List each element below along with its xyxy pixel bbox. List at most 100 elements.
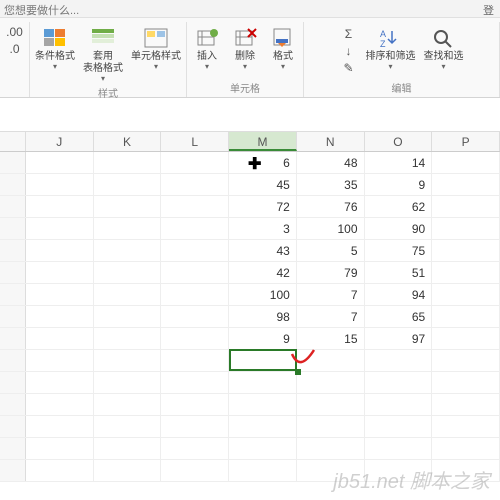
- cell[interactable]: [229, 372, 297, 393]
- fill-button[interactable]: ↓: [339, 43, 359, 59]
- cell[interactable]: 7: [297, 306, 365, 327]
- cell[interactable]: [26, 438, 94, 459]
- row-header[interactable]: [0, 306, 26, 327]
- cell[interactable]: 7: [297, 284, 365, 305]
- row-header[interactable]: [0, 438, 26, 459]
- cell[interactable]: [94, 438, 162, 459]
- cell[interactable]: [229, 416, 297, 437]
- column-header[interactable]: J: [26, 132, 94, 151]
- cell[interactable]: [297, 416, 365, 437]
- cell[interactable]: [161, 174, 229, 195]
- cell[interactable]: [161, 218, 229, 239]
- cell[interactable]: [365, 372, 433, 393]
- cell[interactable]: 100: [297, 218, 365, 239]
- cell[interactable]: [26, 284, 94, 305]
- column-header[interactable]: N: [297, 132, 365, 151]
- cell[interactable]: [432, 218, 500, 239]
- row-header[interactable]: [0, 284, 26, 305]
- cell[interactable]: 75: [365, 240, 433, 261]
- column-header[interactable]: P: [432, 132, 500, 151]
- cell[interactable]: [161, 394, 229, 415]
- format-button[interactable]: 格式 ▾: [265, 24, 301, 73]
- cell[interactable]: 72: [229, 196, 297, 217]
- cell[interactable]: [94, 262, 162, 283]
- cell[interactable]: [94, 174, 162, 195]
- cell[interactable]: 9: [365, 174, 433, 195]
- cell[interactable]: [229, 438, 297, 459]
- cell[interactable]: [94, 196, 162, 217]
- row-header[interactable]: [0, 416, 26, 437]
- cell[interactable]: [161, 306, 229, 327]
- cell[interactable]: [94, 328, 162, 349]
- cell[interactable]: 3: [229, 218, 297, 239]
- cell[interactable]: [94, 284, 162, 305]
- delete-button[interactable]: 删除 ▾: [227, 24, 263, 73]
- cell[interactable]: 45: [229, 174, 297, 195]
- cell[interactable]: [432, 306, 500, 327]
- cell[interactable]: [161, 152, 229, 173]
- cell[interactable]: [94, 218, 162, 239]
- worksheet[interactable]: JKLMNOP 64814453597276623100904357542795…: [0, 132, 500, 482]
- row-header[interactable]: [0, 196, 26, 217]
- column-header[interactable]: O: [365, 132, 433, 151]
- cell[interactable]: 94: [365, 284, 433, 305]
- cell[interactable]: [297, 350, 365, 371]
- cell[interactable]: [26, 328, 94, 349]
- cell[interactable]: [432, 416, 500, 437]
- cell[interactable]: [161, 372, 229, 393]
- cell[interactable]: [432, 350, 500, 371]
- row-header[interactable]: [0, 460, 26, 481]
- row-header[interactable]: [0, 152, 26, 173]
- row-header[interactable]: [0, 174, 26, 195]
- cell[interactable]: [297, 372, 365, 393]
- cell[interactable]: 76: [297, 196, 365, 217]
- cell[interactable]: [161, 284, 229, 305]
- cell[interactable]: 65: [365, 306, 433, 327]
- cell[interactable]: 15: [297, 328, 365, 349]
- cell[interactable]: [161, 262, 229, 283]
- row-header[interactable]: [0, 218, 26, 239]
- column-header[interactable]: L: [161, 132, 229, 151]
- cell[interactable]: [432, 196, 500, 217]
- cell[interactable]: [161, 460, 229, 481]
- column-header[interactable]: K: [94, 132, 162, 151]
- cell[interactable]: 51: [365, 262, 433, 283]
- cell[interactable]: 79: [297, 262, 365, 283]
- cell[interactable]: 97: [365, 328, 433, 349]
- cell[interactable]: [365, 438, 433, 459]
- login-label[interactable]: 登: [483, 2, 494, 18]
- cell[interactable]: [161, 196, 229, 217]
- cell[interactable]: 14: [365, 152, 433, 173]
- cell[interactable]: [365, 416, 433, 437]
- fill-handle[interactable]: [295, 369, 301, 375]
- cell[interactable]: [432, 284, 500, 305]
- cell[interactable]: [432, 372, 500, 393]
- cell[interactable]: [229, 394, 297, 415]
- cell[interactable]: [432, 240, 500, 261]
- row-header[interactable]: [0, 350, 26, 371]
- cell[interactable]: [26, 174, 94, 195]
- cell[interactable]: [161, 416, 229, 437]
- cell[interactable]: [26, 460, 94, 481]
- select-all-corner[interactable]: [0, 132, 26, 151]
- cell[interactable]: [94, 416, 162, 437]
- cell[interactable]: [94, 394, 162, 415]
- column-header[interactable]: M: [229, 132, 297, 151]
- row-header[interactable]: [0, 394, 26, 415]
- autosum-button[interactable]: Σ: [339, 26, 359, 42]
- cell[interactable]: [26, 218, 94, 239]
- insert-button[interactable]: 插入 ▾: [189, 24, 225, 73]
- row-header[interactable]: [0, 240, 26, 261]
- tell-me-bar[interactable]: 您想要做什么... 登: [0, 0, 500, 18]
- row-header[interactable]: [0, 372, 26, 393]
- cell[interactable]: [432, 438, 500, 459]
- cell[interactable]: [94, 372, 162, 393]
- row-header[interactable]: [0, 262, 26, 283]
- cell[interactable]: [26, 350, 94, 371]
- cell[interactable]: [229, 350, 297, 371]
- decrease-decimal-button[interactable]: .00: [5, 24, 25, 40]
- cell[interactable]: 98: [229, 306, 297, 327]
- cell[interactable]: 9: [229, 328, 297, 349]
- find-select-button[interactable]: 查找和选 ▾: [421, 24, 467, 73]
- cell[interactable]: [26, 306, 94, 327]
